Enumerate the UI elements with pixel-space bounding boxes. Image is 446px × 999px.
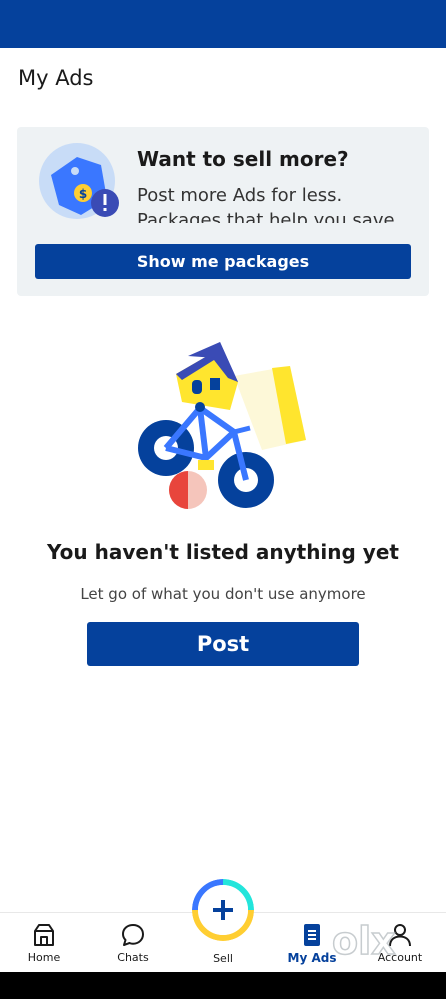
document-icon: [304, 924, 320, 946]
promo-card: $ Want to sell more? Post more Ads for l…: [17, 127, 429, 296]
page-title: My Ads: [18, 66, 94, 90]
system-navigation-bar: [0, 972, 446, 999]
status-bar: [0, 0, 446, 48]
olx-watermark: olx: [331, 918, 396, 964]
sell-button[interactable]: [192, 879, 254, 941]
nav-item-home[interactable]: Home: [4, 913, 84, 973]
empty-state-subtitle: Let go of what you don't use anymore: [80, 585, 366, 603]
nav-label-home: Home: [27, 951, 61, 964]
home-icon: [34, 924, 54, 946]
nav-item-chats[interactable]: Chats: [93, 913, 173, 973]
nav-label-sell: Sell: [213, 952, 233, 965]
svg-text:$: $: [79, 187, 87, 201]
promo-text-container: Post more Ads for less. Packages that he…: [137, 183, 417, 223]
nav-label-chats: Chats: [117, 951, 149, 964]
svg-text:olx: olx: [332, 919, 396, 963]
chat-icon: [122, 924, 144, 946]
show-packages-button[interactable]: Show me packages: [35, 244, 411, 279]
price-tag-icon: $: [39, 143, 119, 219]
promo-heading: Want to sell more?: [137, 147, 349, 171]
promo-text: Post more Ads for less. Packages that he…: [137, 185, 395, 223]
bicycle-house-illustration: [138, 342, 306, 509]
post-button[interactable]: Post: [87, 622, 359, 666]
empty-state-title: You haven't listed anything yet: [47, 540, 399, 564]
